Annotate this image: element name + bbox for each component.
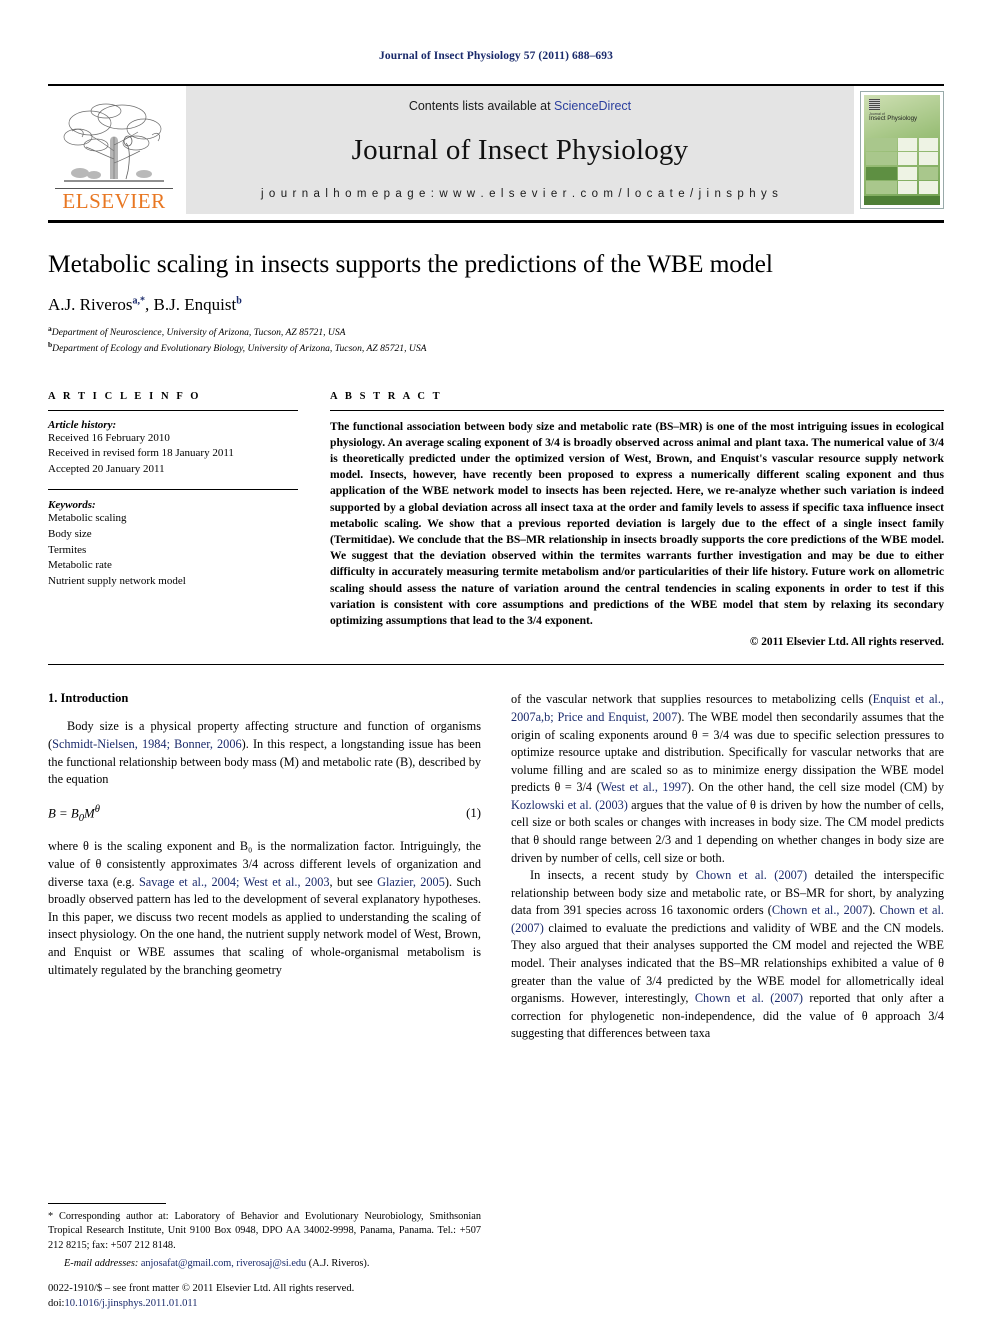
doi-label: doi: <box>48 1297 65 1309</box>
footnote-email-line: E-mail addresses: anjosafat@gmail.com, r… <box>48 1257 481 1271</box>
journal-banner: Contents lists available at ScienceDirec… <box>186 86 854 214</box>
contents-prefix: Contents lists available at <box>408 99 555 113</box>
author-list: A.J. Riverosa,*, B.J. Enquistb <box>48 295 242 315</box>
right-p1-a: of the vascular network that supplies re… <box>511 692 873 707</box>
email-label: E-mail addresses: <box>64 1257 139 1269</box>
affiliations: aDepartment of Neuroscience, University … <box>48 324 944 356</box>
abstract-column: A B S T R A C T The functional associati… <box>330 390 944 649</box>
abstract-text: The functional association between body … <box>330 419 944 628</box>
doi-link[interactable]: 10.1016/j.jinsphys.2011.01.011 <box>64 1298 197 1309</box>
right-p1-c: ). On the other hand, the cell size mode… <box>687 780 944 795</box>
equation-body: B = B0Mθ <box>48 803 100 824</box>
paragraph-right-2: In insects, a recent study by Chown et a… <box>511 867 944 1043</box>
citation-link[interactable]: West et al., 1997 <box>601 780 687 794</box>
affiliation-b: bDepartment of Ecology and Evolutionary … <box>48 340 944 356</box>
running-head: Journal of Insect Physiology 57 (2011) 6… <box>379 50 613 62</box>
citation-link[interactable]: Chown et al. (2007) <box>696 868 807 882</box>
keyword-item: Termites <box>48 543 87 556</box>
footnote-rule <box>48 1203 166 1205</box>
right-p2-a: In insects, a recent study by <box>530 868 696 883</box>
journal-homepage[interactable]: j o u r n a l h o m e p a g e : w w w . … <box>261 188 779 200</box>
article-history-label: Article history: <box>48 418 117 431</box>
history-received: Received 16 February 2010 <box>48 431 170 444</box>
history-accepted: Accepted 20 January 2011 <box>48 462 165 475</box>
section-heading-introduction: 1. Introduction <box>48 691 129 706</box>
paragraph-right-1: of the vascular network that supplies re… <box>511 691 944 867</box>
article-info-column: A R T I C L E I N F O Article history: R… <box>48 391 298 649</box>
affiliation-a-text: Department of Neuroscience, University o… <box>51 327 346 339</box>
email-link[interactable]: anjosafat@gmail.com, riverosaj@si.edu <box>141 1258 306 1269</box>
footnote-address: * Corresponding author at: Laboratory of… <box>48 1211 481 1251</box>
affiliation-b-text: Department of Ecology and Evolutionary B… <box>52 343 427 355</box>
section-divider <box>48 664 944 666</box>
affiliation-a: aDepartment of Neuroscience, University … <box>48 324 944 340</box>
journal-title: Journal of Insect Physiology <box>351 134 689 166</box>
citation-link[interactable]: Kozlowski et al. (2003) <box>511 798 628 812</box>
keyword-item: Metabolic scaling <box>48 512 127 525</box>
right-column: of the vascular network that supplies re… <box>511 691 944 1043</box>
article-info-label: A R T I C L E I N F O <box>48 390 202 402</box>
citation-link[interactable]: Savage et al., 2004; West et al., 2003 <box>139 875 330 889</box>
keyword-item: Body size <box>48 527 92 540</box>
body-columns: 1. Introduction Body size is a physical … <box>48 691 944 1043</box>
author-2-sup: b <box>236 295 242 307</box>
issn-copyright-line: 0022-1910/$ – see front matter © 2011 El… <box>48 1282 355 1294</box>
elsevier-tree-icon <box>63 103 164 182</box>
doi-line: doi:10.1016/j.jinsphys.2011.01.011 <box>48 1296 518 1311</box>
author-1: A.J. Riveros <box>48 295 133 315</box>
sciencedirect-link[interactable]: ScienceDirect <box>554 99 631 113</box>
corresponding-author-footnote: * Corresponding author at: Laboratory of… <box>48 1203 481 1271</box>
citation-link[interactable]: Schmidt-Nielsen, 1984; Bonner, 2006 <box>52 737 242 751</box>
paragraph-intro-1: Body size is a physical property affecti… <box>48 718 481 788</box>
intro-p2-mid: , but see <box>329 874 378 889</box>
elsevier-logo: ELSEVIER <box>48 86 180 214</box>
page-footer: 0022-1910/$ – see front matter © 2011 El… <box>48 1281 518 1311</box>
citation-link[interactable]: Chown et al., 2007 <box>772 903 868 917</box>
article-page: Journal of Insect Physiology 57 (2011) 6… <box>0 0 992 1323</box>
page-title: Metabolic scaling in insects supports th… <box>48 249 773 278</box>
elsevier-wordmark: ELSEVIER <box>55 188 173 212</box>
contents-line: Contents lists available at ScienceDirec… <box>409 99 631 113</box>
equation-1: B = B0Mθ (1) <box>48 804 481 824</box>
keywords-label: Keywords: <box>48 499 96 512</box>
abstract-copyright: © 2011 Elsevier Ltd. All rights reserved… <box>749 636 944 649</box>
abstract-label: A B S T R A C T <box>330 390 443 402</box>
journal-cover-thumbnail: Journal of Insect Physiology <box>860 91 944 209</box>
cover-logo-icon <box>869 99 880 110</box>
keyword-item: Nutrient supply network model <box>48 574 186 587</box>
right-p2-c: ). <box>868 903 880 918</box>
masthead-rule <box>48 220 944 223</box>
footnote-text: * Corresponding author at: Laboratory of… <box>48 1210 481 1271</box>
left-column: 1. Introduction Body size is a physical … <box>48 691 481 1043</box>
equation-number: (1) <box>466 805 481 820</box>
journal-masthead: ELSEVIER Contents lists available at Sci… <box>48 84 944 214</box>
info-abstract-region: A R T I C L E I N F O Article history: R… <box>48 390 944 649</box>
citation-link[interactable]: Chown et al. (2007) <box>695 991 803 1005</box>
author-2: B.J. Enquist <box>153 295 237 315</box>
keyword-item: Metabolic rate <box>48 559 112 572</box>
history-revised: Received in revised form 18 January 2011 <box>48 447 234 460</box>
intro-p2-b: ). Such broadly observed pattern has led… <box>48 874 481 977</box>
paragraph-intro-2: where θ is the scaling exponent and B₀ i… <box>48 838 481 979</box>
cover-label-name: Insect Physiology <box>869 115 918 122</box>
email-suffix: (A.J. Riveros). <box>306 1257 370 1269</box>
author-1-sup: a,* <box>132 295 146 307</box>
citation-link[interactable]: Glazier, 2005 <box>377 875 445 889</box>
cover-image-grid <box>864 136 940 196</box>
